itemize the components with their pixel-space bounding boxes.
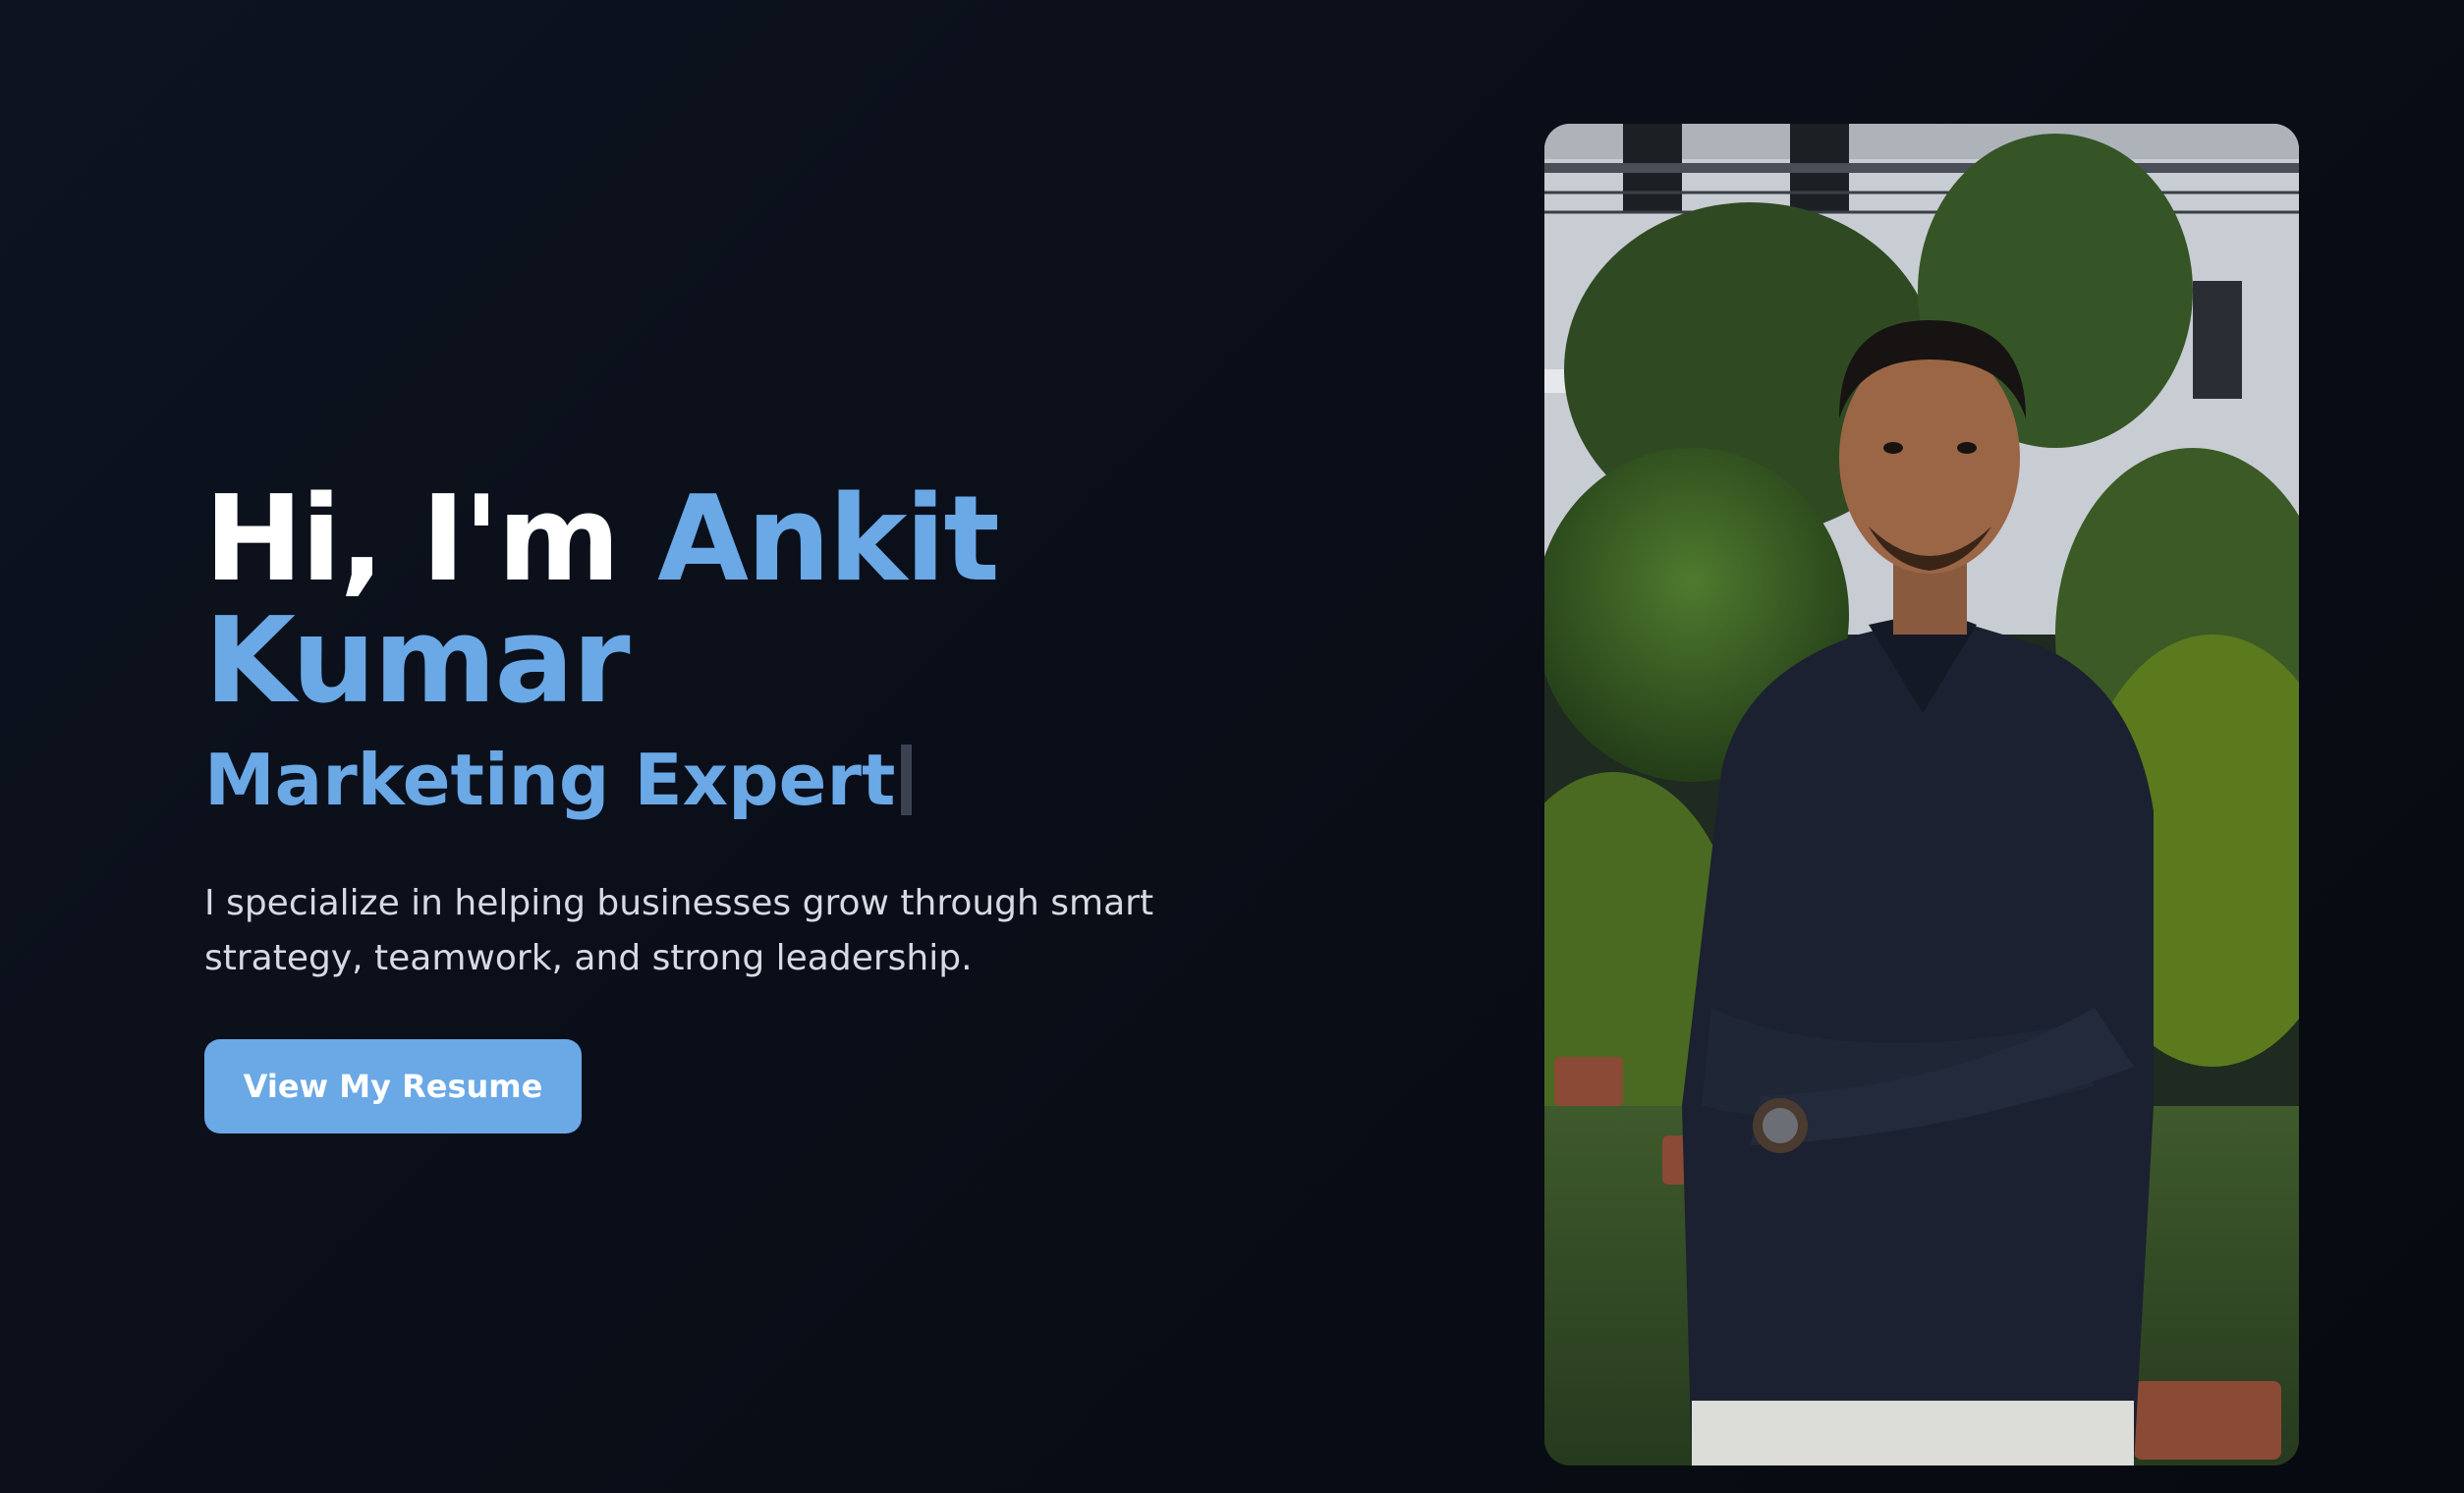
typing-cursor (901, 745, 913, 815)
hero-description: I specialize in helping businesses grow … (204, 883, 1154, 978)
hero-title: Hi, I'm Ankit Kumar (204, 479, 1285, 723)
role-text: Marketing Expert (204, 739, 896, 821)
profile-photo-image (1544, 124, 2299, 1465)
greeting-text: Hi, I'm (204, 471, 658, 608)
hero-role: Marketing Expert (204, 731, 1285, 829)
view-resume-button[interactable]: View My Resume (204, 1039, 582, 1134)
hero-text-block: Hi, I'm Ankit Kumar Marketing Expert I s… (204, 479, 1285, 1134)
profile-photo (1544, 124, 2299, 1465)
